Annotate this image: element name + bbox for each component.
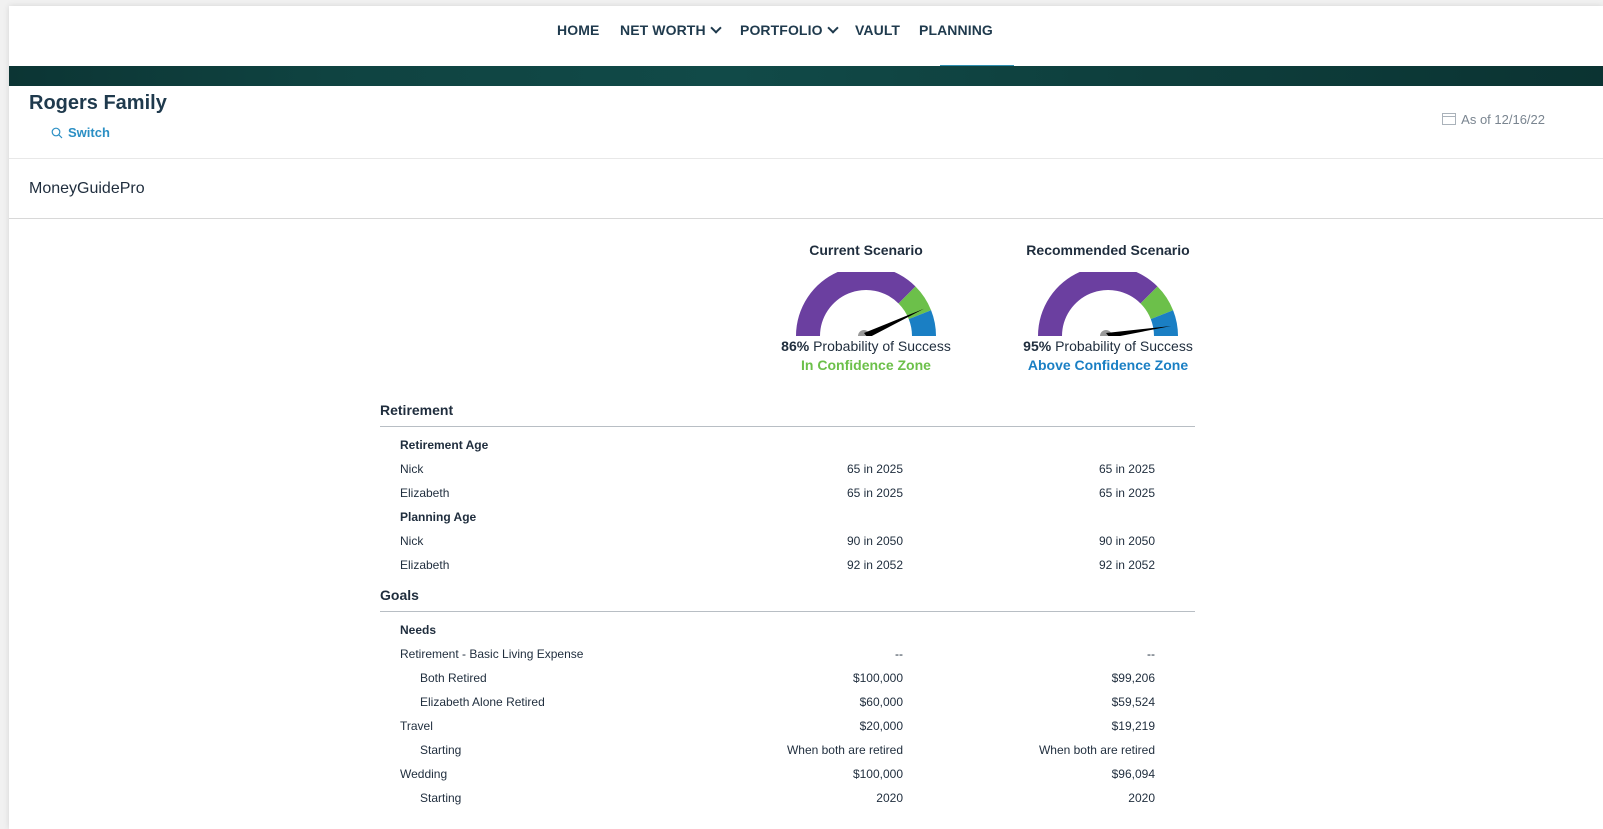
probability-value: 86% bbox=[781, 338, 810, 354]
row-label: Retirement Age bbox=[400, 438, 489, 452]
current-value: 65 in 2025 bbox=[846, 462, 903, 476]
recommended-value: $59,524 bbox=[1111, 695, 1155, 709]
as-of-text: As of 12/16/22 bbox=[1461, 112, 1545, 127]
row-label: Elizabeth bbox=[400, 558, 450, 572]
row-label: Starting bbox=[420, 791, 462, 805]
current-value: $20,000 bbox=[859, 719, 903, 733]
recommended-value: When both are retired bbox=[1038, 743, 1155, 757]
table-row: Retirement - Basic Living Expense -- -- bbox=[380, 642, 1195, 666]
row-label: Travel bbox=[400, 719, 433, 733]
table-row: Elizabeth 92 in 2052 92 in 2052 bbox=[380, 553, 1195, 577]
header-banner bbox=[9, 66, 1603, 86]
current-value: -- bbox=[895, 647, 903, 661]
current-value: 2020 bbox=[876, 791, 903, 805]
table-row: Travel $20,000 $19,219 bbox=[380, 714, 1195, 738]
chevron-down-icon bbox=[710, 22, 722, 34]
table-row: Elizabeth 65 in 2025 65 in 2025 bbox=[380, 481, 1195, 505]
switch-label: Switch bbox=[68, 125, 110, 140]
probability-value: 95% bbox=[1023, 338, 1052, 354]
recommended-value: 90 in 2050 bbox=[1098, 534, 1155, 548]
group-header-goals: Goals bbox=[380, 587, 1195, 612]
current-value: 92 in 2052 bbox=[846, 558, 903, 572]
recommended-value: 92 in 2052 bbox=[1098, 558, 1155, 572]
as-of-date: As of 12/16/22 bbox=[1442, 112, 1545, 127]
table-row: Nick 90 in 2050 90 in 2050 bbox=[380, 529, 1195, 553]
probability-gauge bbox=[1038, 272, 1178, 336]
recommended-value: 65 in 2025 bbox=[1098, 462, 1155, 476]
section-title: MoneyGuidePro bbox=[29, 180, 145, 197]
top-nav: HOME NET WORTH PORTFOLIO VAULT PLANNING bbox=[9, 6, 1603, 67]
comparison-table: Retirement Retirement Age Nick 65 in 2025 6… bbox=[380, 402, 1195, 810]
search-icon bbox=[51, 127, 63, 139]
recommended-value: $99,206 bbox=[1111, 671, 1155, 685]
group-header-retirement: Retirement bbox=[380, 402, 1195, 427]
row-label: Planning Age bbox=[400, 510, 477, 524]
page-title: Rogers Family bbox=[29, 92, 167, 114]
nav-vault[interactable]: VAULT bbox=[855, 22, 900, 38]
probability-text: 86% Probability of Success bbox=[751, 338, 981, 354]
row-label: Retirement - Basic Living Expense bbox=[400, 647, 584, 661]
table-row: Nick 65 in 2025 65 in 2025 bbox=[380, 457, 1195, 481]
recommended-value: -- bbox=[1147, 647, 1155, 661]
calendar-icon bbox=[1442, 113, 1457, 125]
current-scenario: Current Scenario 86% Probability of Succ… bbox=[751, 242, 981, 373]
current-value: $100,000 bbox=[852, 671, 903, 685]
table-subheader: Needs bbox=[380, 618, 1195, 642]
current-value: 65 in 2025 bbox=[846, 486, 903, 500]
gauge-low-segment bbox=[796, 272, 916, 336]
current-value: 90 in 2050 bbox=[846, 534, 903, 548]
table-subheader: Retirement Age bbox=[380, 433, 1195, 457]
row-label: Elizabeth bbox=[400, 486, 450, 500]
table-row: Elizabeth Alone Retired $60,000 $59,524 bbox=[380, 690, 1195, 714]
goals-rows: Needs Retirement - Basic Living Expense --… bbox=[380, 618, 1195, 810]
retirement-rows: Retirement Age Nick 65 in 2025 65 in 2025 El… bbox=[380, 433, 1195, 577]
nav-net-worth-label: NET WORTH bbox=[620, 22, 706, 38]
current-value: $100,000 bbox=[852, 767, 903, 781]
confidence-zone-label: In Confidence Zone bbox=[801, 357, 931, 373]
row-label: Wedding bbox=[400, 767, 448, 781]
probability-label: Probability of Success bbox=[813, 338, 951, 354]
probability-text: 95% Probability of Success bbox=[993, 338, 1223, 354]
confidence-zone-label: Above Confidence Zone bbox=[1027, 357, 1189, 373]
nav-net-worth[interactable]: NET WORTH bbox=[620, 22, 722, 38]
row-label: Nick bbox=[400, 534, 424, 548]
recommended-value: $96,094 bbox=[1111, 767, 1155, 781]
app-window: HOME NET WORTH PORTFOLIO VAULT PLANNING … bbox=[9, 6, 1603, 829]
nav-planning[interactable]: PLANNING bbox=[919, 22, 993, 38]
current-value: $60,000 bbox=[859, 695, 903, 709]
probability-gauge bbox=[796, 272, 936, 336]
row-label: Nick bbox=[400, 462, 424, 476]
row-label: Both Retired bbox=[420, 671, 487, 685]
table-row: Both Retired $100,000 $99,206 bbox=[380, 666, 1195, 690]
table-subheader: Planning Age bbox=[380, 505, 1195, 529]
divider bbox=[9, 218, 1603, 219]
recommended-scenario: Recommended Scenario 95% Probability of … bbox=[993, 242, 1223, 373]
nav-home[interactable]: HOME bbox=[557, 22, 599, 38]
table-row: Starting 2020 2020 bbox=[380, 786, 1195, 810]
current-value: When both are retired bbox=[786, 743, 903, 757]
row-label: Starting bbox=[420, 743, 462, 757]
nav-portfolio[interactable]: PORTFOLIO bbox=[740, 22, 839, 38]
chevron-down-icon bbox=[826, 22, 839, 34]
recommended-value: 65 in 2025 bbox=[1098, 486, 1155, 500]
table-row: Starting When both are retired When both a… bbox=[380, 738, 1195, 762]
table-row: Wedding $100,000 $96,094 bbox=[380, 762, 1195, 786]
scenario-title: Recommended Scenario bbox=[1026, 242, 1190, 258]
gauge-low-segment bbox=[1038, 272, 1158, 336]
divider bbox=[9, 158, 1603, 159]
row-label: Needs bbox=[400, 623, 437, 637]
row-label: Elizabeth Alone Retired bbox=[420, 695, 545, 709]
recommended-value: $19,219 bbox=[1111, 719, 1155, 733]
switch-button[interactable]: Switch bbox=[51, 125, 110, 140]
recommended-value: 2020 bbox=[1128, 791, 1155, 805]
probability-label: Probability of Success bbox=[1055, 338, 1193, 354]
nav-portfolio-label: PORTFOLIO bbox=[740, 22, 823, 38]
scenario-title: Current Scenario bbox=[809, 242, 923, 258]
